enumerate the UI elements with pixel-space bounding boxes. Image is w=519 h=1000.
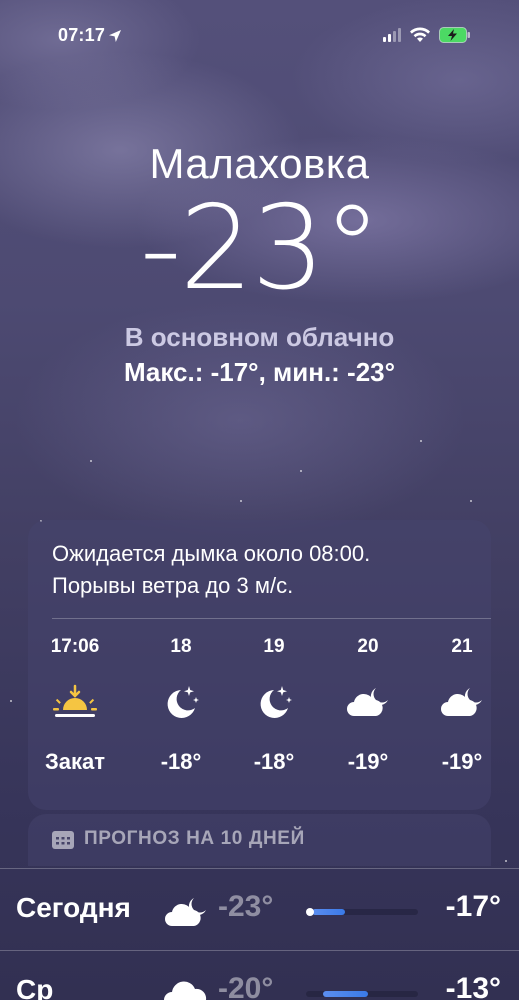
day-high-temp: -17°: [445, 890, 501, 923]
sunset-icon: [53, 684, 97, 717]
hour-time: 20: [357, 636, 379, 657]
day-divider: [0, 868, 519, 869]
current-temperature: -23°: [139, 181, 381, 316]
wifi-icon: [410, 27, 430, 42]
location-arrow-icon: [109, 29, 122, 42]
hour-time: 17:06: [50, 636, 100, 657]
cloud-icon: [164, 981, 207, 1000]
cloud-moon-icon: [441, 688, 482, 716]
hour-temperature: -18°: [253, 749, 295, 774]
day-high-temp: -13°: [445, 972, 501, 1000]
hour-time: 19: [263, 636, 285, 657]
summary-line-2: Порывы ветра до 3 м/с.: [52, 573, 294, 598]
day-low-temp: -20°: [218, 972, 274, 1000]
current-weather-header: Малаховка -23° В основном облачно Макс.:…: [0, 140, 519, 388]
hour-item: 17:06 Закат: [30, 632, 120, 782]
hour-item: 20 -19°: [323, 632, 413, 782]
hour-temperature: Закат: [44, 749, 106, 774]
calendar-icon: [52, 831, 74, 849]
hour-temperature: -18°: [160, 749, 202, 774]
day-row-today[interactable]: Сегодня -23° -17°: [0, 882, 519, 942]
temp-range-track: [306, 991, 418, 997]
hourly-forecast-card[interactable]: Ожидается дымка около 08:00. Порывы ветр…: [28, 520, 491, 810]
temp-range-track: [306, 908, 418, 916]
ten-day-title: ПРОГНОЗ НА 10 ДНЕЙ: [84, 828, 305, 849]
summary-line-1: Ожидается дымка около 08:00.: [52, 541, 371, 566]
moon-stars-icon: [260, 686, 292, 718]
temp-range-fill: [311, 909, 346, 915]
hour-item: 18 -18°: [136, 632, 226, 782]
day-row-wednesday[interactable]: Ср -20° -13°: [0, 964, 519, 1000]
hour-time: 18: [170, 636, 192, 657]
temp-range-fill: [322, 991, 368, 997]
battery-charging-icon: [439, 27, 470, 43]
cellular-signal-icon: [383, 28, 401, 42]
status-bar: 07:17: [0, 0, 519, 70]
hour-time: 21: [451, 636, 473, 657]
status-time-text: 07:17: [58, 25, 106, 45]
status-indicators: [383, 27, 471, 43]
hour-temperature: -19°: [441, 749, 483, 774]
cloud-moon-icon: [165, 898, 206, 926]
day-divider: [0, 950, 519, 951]
moon-stars-icon: [167, 686, 199, 718]
high-low-temperature: Макс.: -17°, мин.: -23°: [123, 357, 396, 387]
forecast-summary: Ожидается дымка около 08:00. Порывы ветр…: [52, 538, 472, 602]
current-condition: В основном облачно: [124, 322, 395, 352]
card-divider: [52, 618, 491, 619]
hour-item: 19 -18°: [229, 632, 319, 782]
cloud-moon-icon: [347, 688, 388, 716]
hour-item: 21 -19°: [417, 632, 507, 782]
hour-temperature: -19°: [347, 749, 389, 774]
day-name: Сегодня: [16, 892, 131, 923]
status-time: 07:17: [58, 25, 122, 46]
day-low-temp: -23°: [218, 890, 274, 923]
current-temp-dot: [306, 908, 314, 916]
ten-day-forecast-header[interactable]: ПРОГНОЗ НА 10 ДНЕЙ: [28, 814, 491, 866]
day-name: Ср: [16, 974, 54, 1000]
